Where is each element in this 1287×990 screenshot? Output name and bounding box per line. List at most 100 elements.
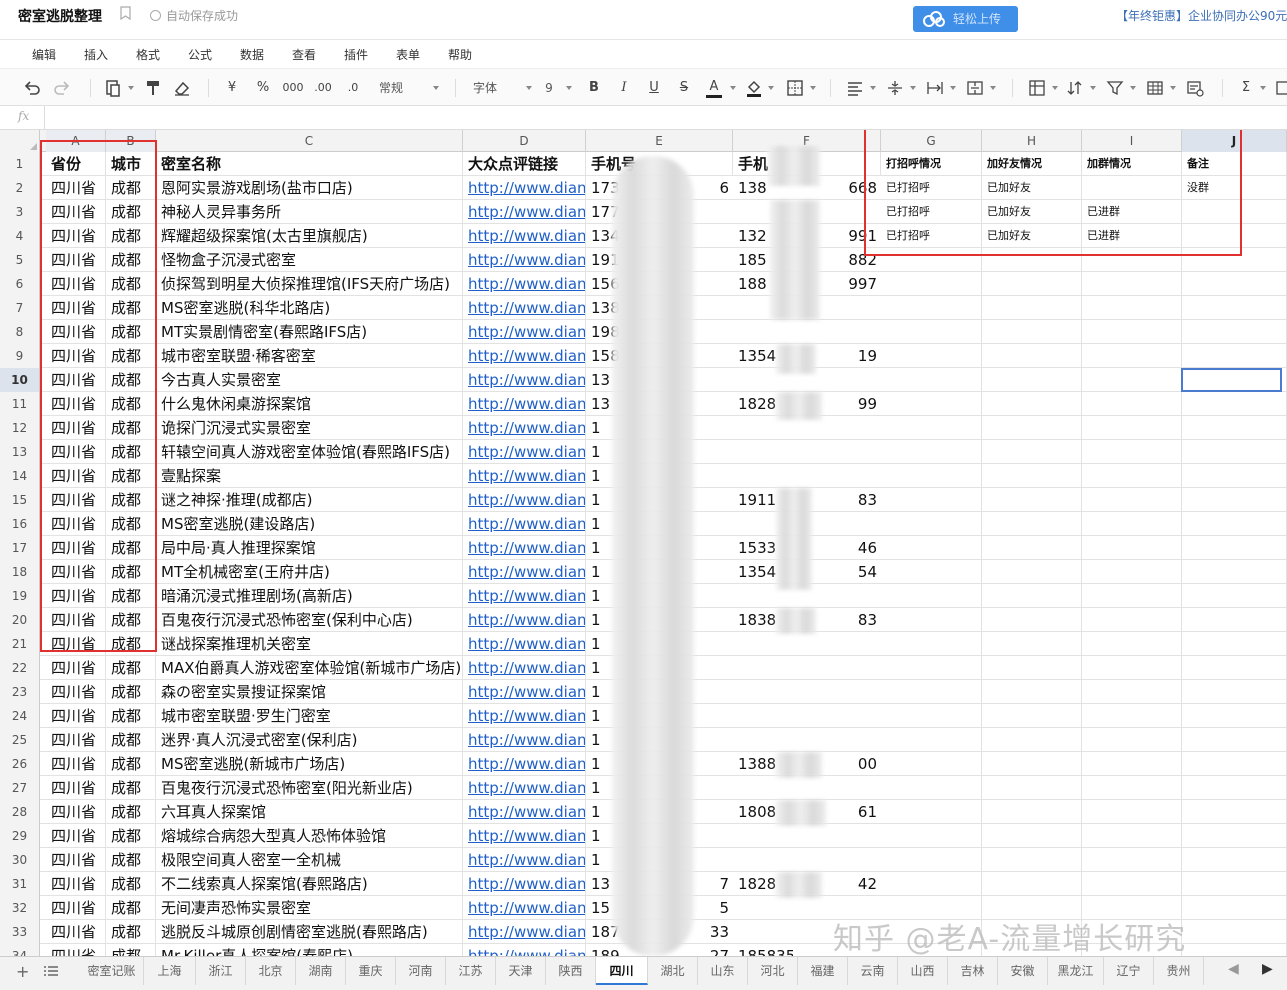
document-title[interactable]: 密室逃脱整理 [18,6,102,26]
cell-friend[interactable] [982,608,1082,632]
column-header-e[interactable]: E [586,130,733,152]
cell-note[interactable] [1182,704,1287,728]
cell-greet[interactable] [881,704,982,728]
cell-note[interactable] [1182,296,1287,320]
cell-note[interactable] [1182,440,1287,464]
row-number[interactable]: 30 [0,848,40,872]
font-family-dropdown[interactable]: 字体 [470,78,500,98]
menu-plugins[interactable]: 插件 [344,46,368,63]
filter-caret-icon[interactable] [1130,86,1136,90]
cell-link-header[interactable]: 大众点评链接 [463,152,586,176]
cloud-upload-button[interactable]: 轻松上传 [913,6,1018,32]
cell-link[interactable]: http://www.dian [463,824,586,848]
cell-name-header[interactable]: 密室名称 [156,152,463,176]
cell-group[interactable] [1082,632,1182,656]
cell-friend[interactable] [982,584,1082,608]
cell-link[interactable]: http://www.dian [463,704,586,728]
row-number[interactable]: 34 [0,944,40,956]
cell-name[interactable]: 轩辕空间真人游戏密室体验馆(春熙路IFS店) [156,440,463,464]
row-number[interactable]: 22 [0,656,40,680]
row-number[interactable]: 13 [0,440,40,464]
fill-color-icon[interactable] [744,78,764,98]
cell-phone2-tail[interactable]: 00 [812,752,881,776]
cell-note[interactable] [1182,512,1287,536]
row-number[interactable]: 7 [0,296,40,320]
redo-icon[interactable] [52,78,72,98]
cell-name[interactable]: 熔城综合病怨大型真人恐怖体验馆 [156,824,463,848]
cell-group[interactable] [1082,728,1182,752]
cell-greet[interactable] [881,800,982,824]
cell-link[interactable]: http://www.dian [463,800,586,824]
cell-note[interactable] [1182,392,1287,416]
sheet-tab[interactable]: 天津 [496,957,546,985]
cell-name[interactable]: MS密室逃脱(新城市广场店) [156,752,463,776]
cell-link[interactable]: http://www.dian [463,296,586,320]
row-number[interactable]: 5 [0,248,40,272]
cell-phone2[interactable] [733,680,793,704]
row-number[interactable]: 18 [0,560,40,584]
cell-link[interactable]: http://www.dian [463,632,586,656]
cell-phone2[interactable] [733,848,793,872]
cell-note[interactable] [1182,608,1287,632]
sheet-tab[interactable]: 安徽 [998,957,1048,985]
cell-group[interactable] [1082,392,1182,416]
cell-friend[interactable] [982,344,1082,368]
cell-group[interactable] [1082,872,1182,896]
sheet-tab[interactable]: 山西 [898,957,948,985]
cell-city[interactable]: 成都 [106,848,156,872]
row-number[interactable]: 11 [0,392,40,416]
table-caret-icon[interactable] [1170,86,1176,90]
cell-province[interactable]: 四川省 [46,824,106,848]
cell-phone2-tail[interactable] [812,632,881,656]
sheet-tab[interactable]: 贵州 [1154,957,1204,985]
cell-greet[interactable] [881,752,982,776]
freeze-caret-icon[interactable] [1052,86,1058,90]
cell-group[interactable] [1082,848,1182,872]
cell-note[interactable] [1182,488,1287,512]
sheet-tab[interactable]: 福建 [798,957,848,985]
vertical-align-caret-icon[interactable] [910,86,916,90]
borders-caret-icon[interactable] [810,86,816,90]
cell-greet[interactable] [881,320,982,344]
number-format-dropdown[interactable]: 常规 [376,78,406,98]
sheet-tab[interactable]: 黑龙江 [1048,957,1104,985]
cell-phone2-tail[interactable] [812,464,881,488]
cell-name[interactable]: 无间凄声恐怖实景密室 [156,896,463,920]
cell-name[interactable]: MT实景剧情密室(春熙路IFS店) [156,320,463,344]
cell-province[interactable]: 四川省 [46,848,106,872]
cell-greet[interactable] [881,488,982,512]
cell-friend[interactable] [982,464,1082,488]
cell-greet[interactable] [881,536,982,560]
paste-icon[interactable] [104,78,122,98]
cell-note[interactable] [1182,824,1287,848]
cell-link[interactable]: http://www.dian [463,752,586,776]
cell-link[interactable]: http://www.dian [463,488,586,512]
cell-group[interactable] [1082,440,1182,464]
cell-note[interactable] [1182,464,1287,488]
cell-name[interactable]: 谜之神探·推理(成都店) [156,488,463,512]
cell-province[interactable]: 四川省 [46,776,106,800]
cell-province[interactable]: 四川省 [46,656,106,680]
cell-note[interactable] [1182,560,1287,584]
cell-phone2[interactable] [733,464,793,488]
add-sheet-icon[interactable]: + [16,962,29,981]
cell-friend[interactable] [982,296,1082,320]
cell-phone2-tail[interactable]: 19 [812,344,881,368]
cell-group[interactable] [1082,416,1182,440]
cell-greet[interactable] [881,584,982,608]
cell-city[interactable]: 成都 [106,824,156,848]
cell-link[interactable]: http://www.dian [463,584,586,608]
cell-phone2-tail[interactable] [812,656,881,680]
cell-link[interactable]: http://www.dian [463,272,586,296]
cell-note[interactable] [1182,896,1287,920]
menu-formula[interactable]: 公式 [188,46,212,63]
cell-province[interactable]: 四川省 [46,680,106,704]
cell-friend[interactable] [982,560,1082,584]
cell-friend[interactable] [982,512,1082,536]
cell-city[interactable]: 成都 [106,656,156,680]
cell-name[interactable]: 城市密室联盟·稀客密室 [156,344,463,368]
cell-group[interactable] [1082,536,1182,560]
row-number[interactable]: 16 [0,512,40,536]
cell-note[interactable] [1182,632,1287,656]
cell-phone2-tail[interactable]: 54 [812,560,881,584]
